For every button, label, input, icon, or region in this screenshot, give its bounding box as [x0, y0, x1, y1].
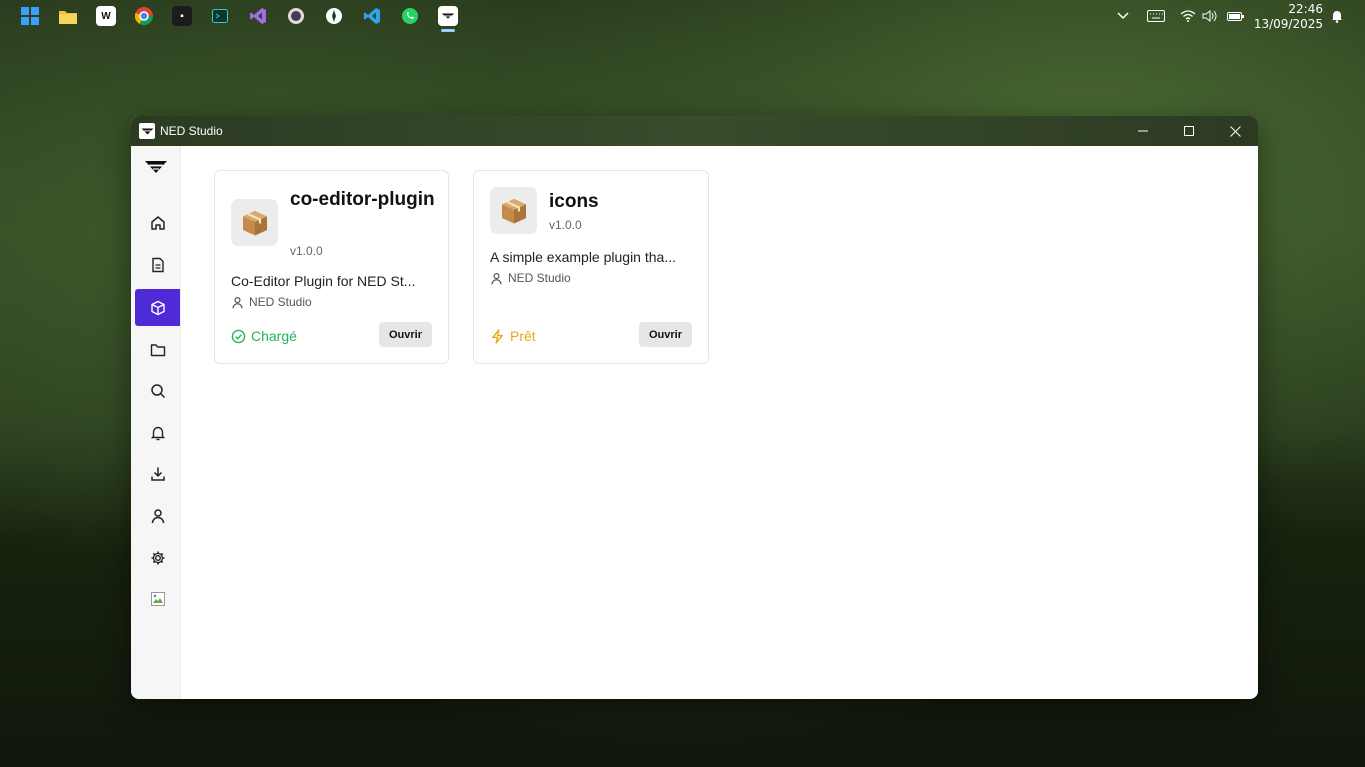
app-w-icon[interactable]: W — [96, 6, 116, 26]
sidebar-item-home[interactable] — [135, 204, 180, 241]
check-circle-icon — [231, 329, 246, 343]
package-icon — [490, 187, 537, 234]
close-button[interactable] — [1212, 116, 1258, 146]
battery-icon[interactable] — [1227, 0, 1245, 32]
whatsapp-icon[interactable] — [400, 6, 420, 26]
author-name: NED Studio — [508, 271, 571, 285]
app-window: NED Studio co-editor-plugin v1.0.0 Co-Ed… — [131, 116, 1258, 699]
app-logo-icon — [139, 123, 155, 139]
folder-icon — [150, 343, 165, 356]
lightning-icon — [492, 328, 503, 344]
sidebar-item-profile[interactable] — [135, 497, 180, 534]
file-explorer-icon[interactable] — [58, 6, 78, 26]
vscode-icon[interactable] — [362, 6, 382, 26]
bell-icon — [150, 426, 165, 440]
plugin-description: Co-Editor Plugin for NED St... — [231, 273, 416, 289]
document-icon — [151, 257, 164, 272]
clock-time: 22:46 — [1288, 2, 1323, 16]
window-title: NED Studio — [160, 124, 223, 138]
author-name: NED Studio — [249, 295, 312, 309]
plugin-name: co-editor-plugin — [290, 189, 435, 210]
plugin-author: NED Studio — [231, 295, 312, 309]
terminal-app-icon[interactable]: ▪ — [172, 6, 192, 26]
plugin-version: v1.0.0 — [549, 218, 582, 232]
cube-icon — [150, 300, 165, 315]
ned-logo-icon[interactable] — [145, 160, 167, 174]
sidebar-item-downloads[interactable] — [135, 455, 180, 492]
sidebar-item-plugins[interactable] — [135, 289, 180, 326]
sidebar-item-documents[interactable] — [135, 246, 180, 283]
sidebar-item-search[interactable] — [135, 372, 180, 409]
visual-studio-icon[interactable] — [248, 6, 268, 26]
gear-icon — [151, 551, 164, 564]
terminal-icon[interactable] — [210, 6, 230, 26]
sidebar-item-folders[interactable] — [135, 331, 180, 368]
plugin-description: A simple example plugin tha... — [490, 249, 676, 265]
search-icon — [150, 383, 165, 398]
notification-bell-icon[interactable] — [1330, 0, 1344, 32]
volume-icon[interactable] — [1202, 0, 1218, 32]
open-plugin-button[interactable]: Ouvrir — [638, 322, 692, 347]
active-app-indicator — [441, 29, 455, 32]
user-icon — [232, 296, 243, 308]
sidebar-item-settings[interactable] — [135, 539, 180, 576]
plugin-author: NED Studio — [490, 271, 571, 285]
clock-date: 13/09/2025 — [1253, 17, 1323, 31]
plugin-version: v1.0.0 — [290, 244, 323, 258]
status-label: Prêt — [510, 328, 536, 344]
minimize-button[interactable] — [1120, 116, 1166, 146]
system-clock[interactable]: 22:46 13/09/2025 — [1254, 2, 1323, 32]
open-plugin-button[interactable]: Ouvrir — [378, 322, 432, 347]
ned-studio-taskbar-icon[interactable] — [438, 6, 458, 26]
sidebar-item-notifications[interactable] — [135, 414, 180, 451]
plugins-content: co-editor-plugin v1.0.0 Co-Editor Plugin… — [181, 146, 1258, 699]
keyboard-icon[interactable] — [1147, 0, 1165, 32]
maximize-button[interactable] — [1166, 116, 1212, 146]
home-icon — [150, 215, 165, 230]
package-icon — [231, 199, 278, 246]
title-bar[interactable]: NED Studio — [131, 116, 1258, 146]
start-icon[interactable] — [20, 6, 40, 26]
chrome-icon[interactable] — [134, 6, 154, 26]
sidebar — [131, 146, 181, 699]
plugin-card: icons v1.0.0 A simple example plugin tha… — [473, 170, 709, 364]
broken-image-icon — [150, 591, 165, 606]
status-label: Chargé — [251, 328, 297, 344]
plugin-status: Chargé — [231, 328, 297, 344]
plugin-card: co-editor-plugin v1.0.0 Co-Editor Plugin… — [214, 170, 449, 364]
user-icon — [491, 272, 502, 284]
obs-icon[interactable] — [286, 6, 306, 26]
download-icon — [150, 467, 165, 481]
app-circle-icon[interactable] — [324, 6, 344, 26]
wifi-icon[interactable] — [1180, 0, 1196, 32]
tray-overflow-icon[interactable] — [1116, 0, 1130, 32]
sidebar-item-avatar[interactable] — [135, 580, 180, 617]
plugin-status: Prêt — [490, 328, 536, 344]
plugin-name: icons — [549, 191, 599, 212]
user-icon — [151, 508, 164, 523]
taskbar: W ▪ 22:46 13/09/2025 — [0, 0, 1365, 32]
